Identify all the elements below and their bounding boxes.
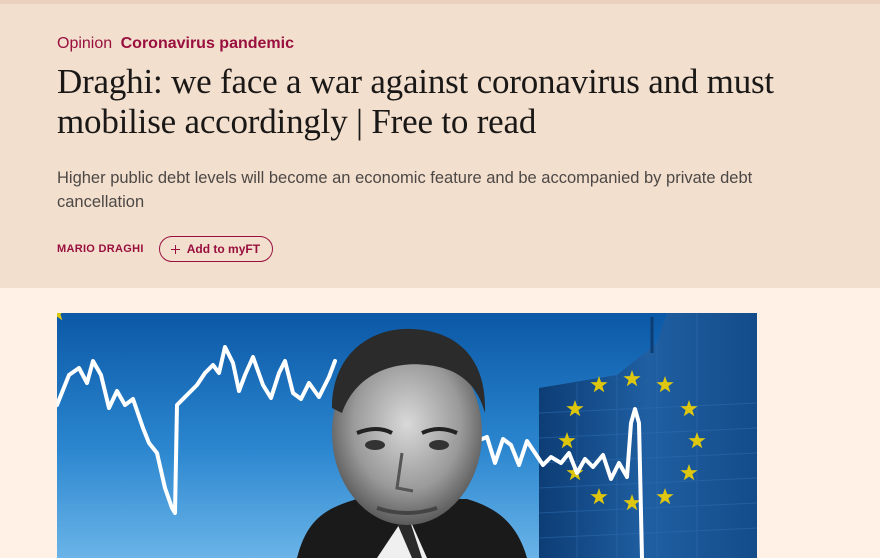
top-divider [0,0,880,4]
hero-image [57,313,757,558]
add-to-myft-label: Add to myFT [186,242,261,256]
kicker-topic-link[interactable]: Coronavirus pandemic [121,35,294,52]
kicker-opinion-link[interactable]: Opinion [57,35,112,52]
plus-icon [170,244,180,254]
hero-illustration [57,313,757,558]
article-kicker: Opinion Coronavirus pandemic [57,34,294,54]
author-link[interactable]: MARIO DRAGHI [57,243,144,255]
byline: MARIO DRAGHI Add to myFT [57,235,274,263]
add-to-myft-button[interactable]: Add to myFT [158,236,274,262]
article-standfirst: Higher public debt levels will become an… [57,169,753,211]
article-headline: Draghi: we face a war against coronaviru… [57,62,774,141]
